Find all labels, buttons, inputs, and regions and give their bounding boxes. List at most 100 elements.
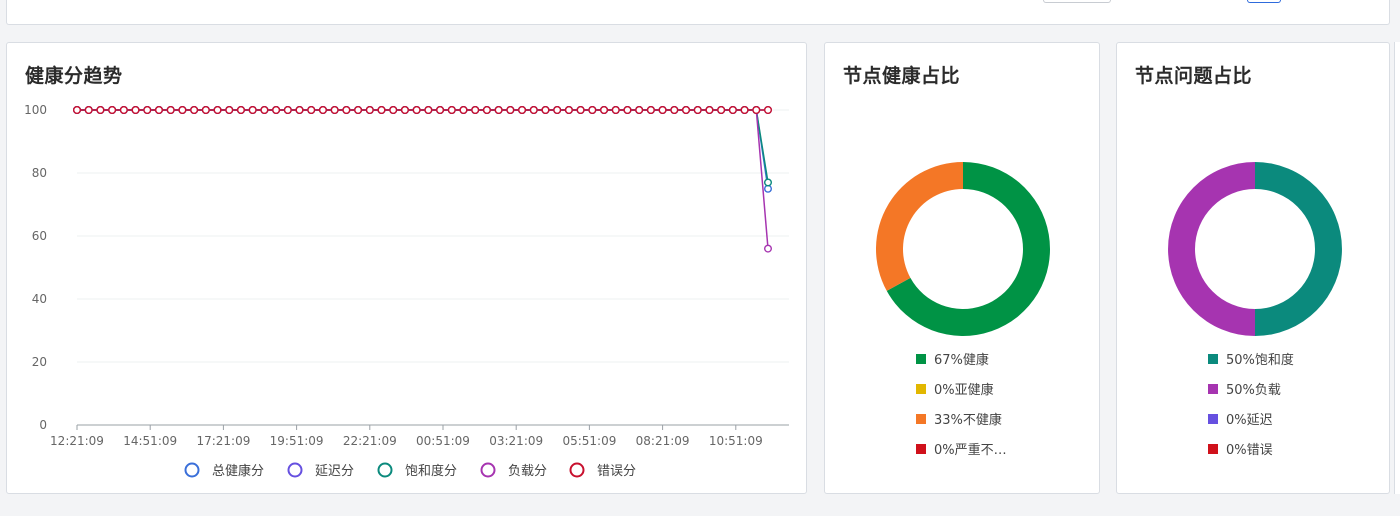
- legend-label: 错误分: [597, 464, 636, 479]
- node-health-donut-chart: 67%健康 0%亚健康 33%不健康 0%严重不…: [876, 162, 1050, 458]
- data-point: [564, 106, 573, 115]
- data-point: [154, 106, 163, 115]
- data-point: [553, 106, 562, 115]
- legend-marker: [569, 462, 585, 478]
- data-point: [119, 106, 128, 115]
- data-point: [459, 106, 468, 115]
- data-point: [201, 106, 210, 115]
- x-tick-label: 10:51:09: [709, 434, 763, 448]
- legend-label: 负载分: [508, 464, 547, 479]
- legend-label: 0%延迟: [1226, 413, 1273, 428]
- data-point: [705, 106, 714, 115]
- legend-label: 饱和度分: [405, 463, 457, 479]
- y-tick-label: 0: [39, 418, 47, 432]
- data-point: [248, 106, 257, 115]
- data-point: [529, 106, 538, 115]
- data-point: [143, 106, 152, 115]
- data-point: [728, 106, 737, 115]
- data-point: [447, 106, 456, 115]
- legend-label: 50%饱和度: [1226, 352, 1294, 368]
- data-point: [693, 106, 702, 115]
- x-tick-label: 05:51:09: [562, 434, 616, 448]
- x-tick-label: 03:21:09: [489, 434, 543, 448]
- data-point: [764, 178, 773, 187]
- x-tick-label: 00:51:09: [416, 434, 470, 448]
- legend-label: 0%严重不…: [934, 442, 1007, 458]
- data-point: [424, 106, 433, 115]
- toolbar-button-active[interactable]: [1247, 0, 1281, 3]
- x-tick-label: 17:21:09: [196, 434, 250, 448]
- data-point: [576, 106, 585, 115]
- data-point: [178, 106, 187, 115]
- data-point: [166, 106, 175, 115]
- data-point: [623, 106, 632, 115]
- x-tick-label: 14:51:09: [123, 434, 177, 448]
- y-tick-label: 40: [32, 292, 47, 306]
- data-point: [646, 106, 655, 115]
- line-chart: 0 20 40 60 80 100 12:21:09 14:51:09 17:21:09 19:5…: [24, 103, 789, 479]
- legend-marker: [916, 354, 926, 364]
- y-tick-label: 100: [24, 103, 47, 117]
- series-line: [77, 109, 769, 249]
- donut-slice: [1255, 162, 1342, 336]
- data-point: [190, 106, 199, 115]
- data-point: [764, 244, 773, 253]
- legend-label: 0%亚健康: [934, 382, 994, 398]
- data-point: [108, 106, 117, 115]
- legend-label: 33%不健康: [934, 412, 1002, 428]
- y-tick-label: 60: [32, 229, 47, 243]
- data-point: [482, 106, 491, 115]
- legend-label: 0%错误: [1226, 443, 1273, 458]
- data-point: [389, 106, 398, 115]
- data-point: [588, 106, 597, 115]
- legend-marker: [916, 384, 926, 394]
- x-tick-label: 12:21:09: [50, 434, 104, 448]
- legend-marker: [184, 462, 200, 478]
- next-card-edge: [1394, 42, 1400, 494]
- data-point: [213, 106, 222, 115]
- donut-slice: [876, 162, 963, 291]
- legend-marker: [916, 444, 926, 454]
- legend-label: 50%负载: [1226, 383, 1281, 398]
- data-point: [518, 106, 527, 115]
- data-point: [670, 106, 679, 115]
- data-point: [436, 106, 445, 115]
- donut-slice: [1168, 162, 1255, 336]
- data-point: [412, 106, 421, 115]
- data-point: [283, 106, 292, 115]
- data-point: [330, 106, 339, 115]
- x-tick-label: 08:21:09: [636, 434, 690, 448]
- top-toolbar-panel: [6, 0, 1390, 25]
- data-point: [752, 106, 761, 115]
- legend-label: 总健康分: [212, 463, 264, 479]
- data-point: [307, 106, 316, 115]
- legend-label: 67%健康: [934, 352, 989, 368]
- data-point: [506, 106, 515, 115]
- data-point: [740, 106, 749, 115]
- data-point: [272, 106, 281, 115]
- data-point: [635, 106, 644, 115]
- data-point: [236, 106, 245, 115]
- data-point: [318, 106, 327, 115]
- node-issue-card: 节点问题占比 50%饱和度 50%负载 0%延迟 0%错误: [1116, 42, 1390, 494]
- legend-marker: [916, 414, 926, 424]
- data-point: [365, 106, 374, 115]
- legend-marker: [480, 462, 496, 478]
- series-line: [77, 109, 769, 189]
- data-point: [541, 106, 550, 115]
- data-point: [295, 106, 304, 115]
- y-tick-label: 20: [32, 355, 47, 369]
- x-tick-label: 22:21:09: [343, 434, 397, 448]
- data-point: [225, 106, 234, 115]
- data-point: [494, 106, 503, 115]
- data-point: [96, 106, 105, 115]
- data-point: [682, 106, 691, 115]
- health-trend-card: 健康分趋势 0 20 40 60 80 100 12:21:09 14:51:09 17:21:…: [6, 42, 807, 494]
- data-point: [377, 106, 386, 115]
- legend-label: 延迟分: [315, 464, 354, 479]
- data-point: [611, 106, 620, 115]
- toolbar-button[interactable]: [1043, 0, 1111, 3]
- x-tick-label: 19:51:09: [270, 434, 324, 448]
- data-point: [84, 106, 93, 115]
- data-point: [72, 106, 81, 115]
